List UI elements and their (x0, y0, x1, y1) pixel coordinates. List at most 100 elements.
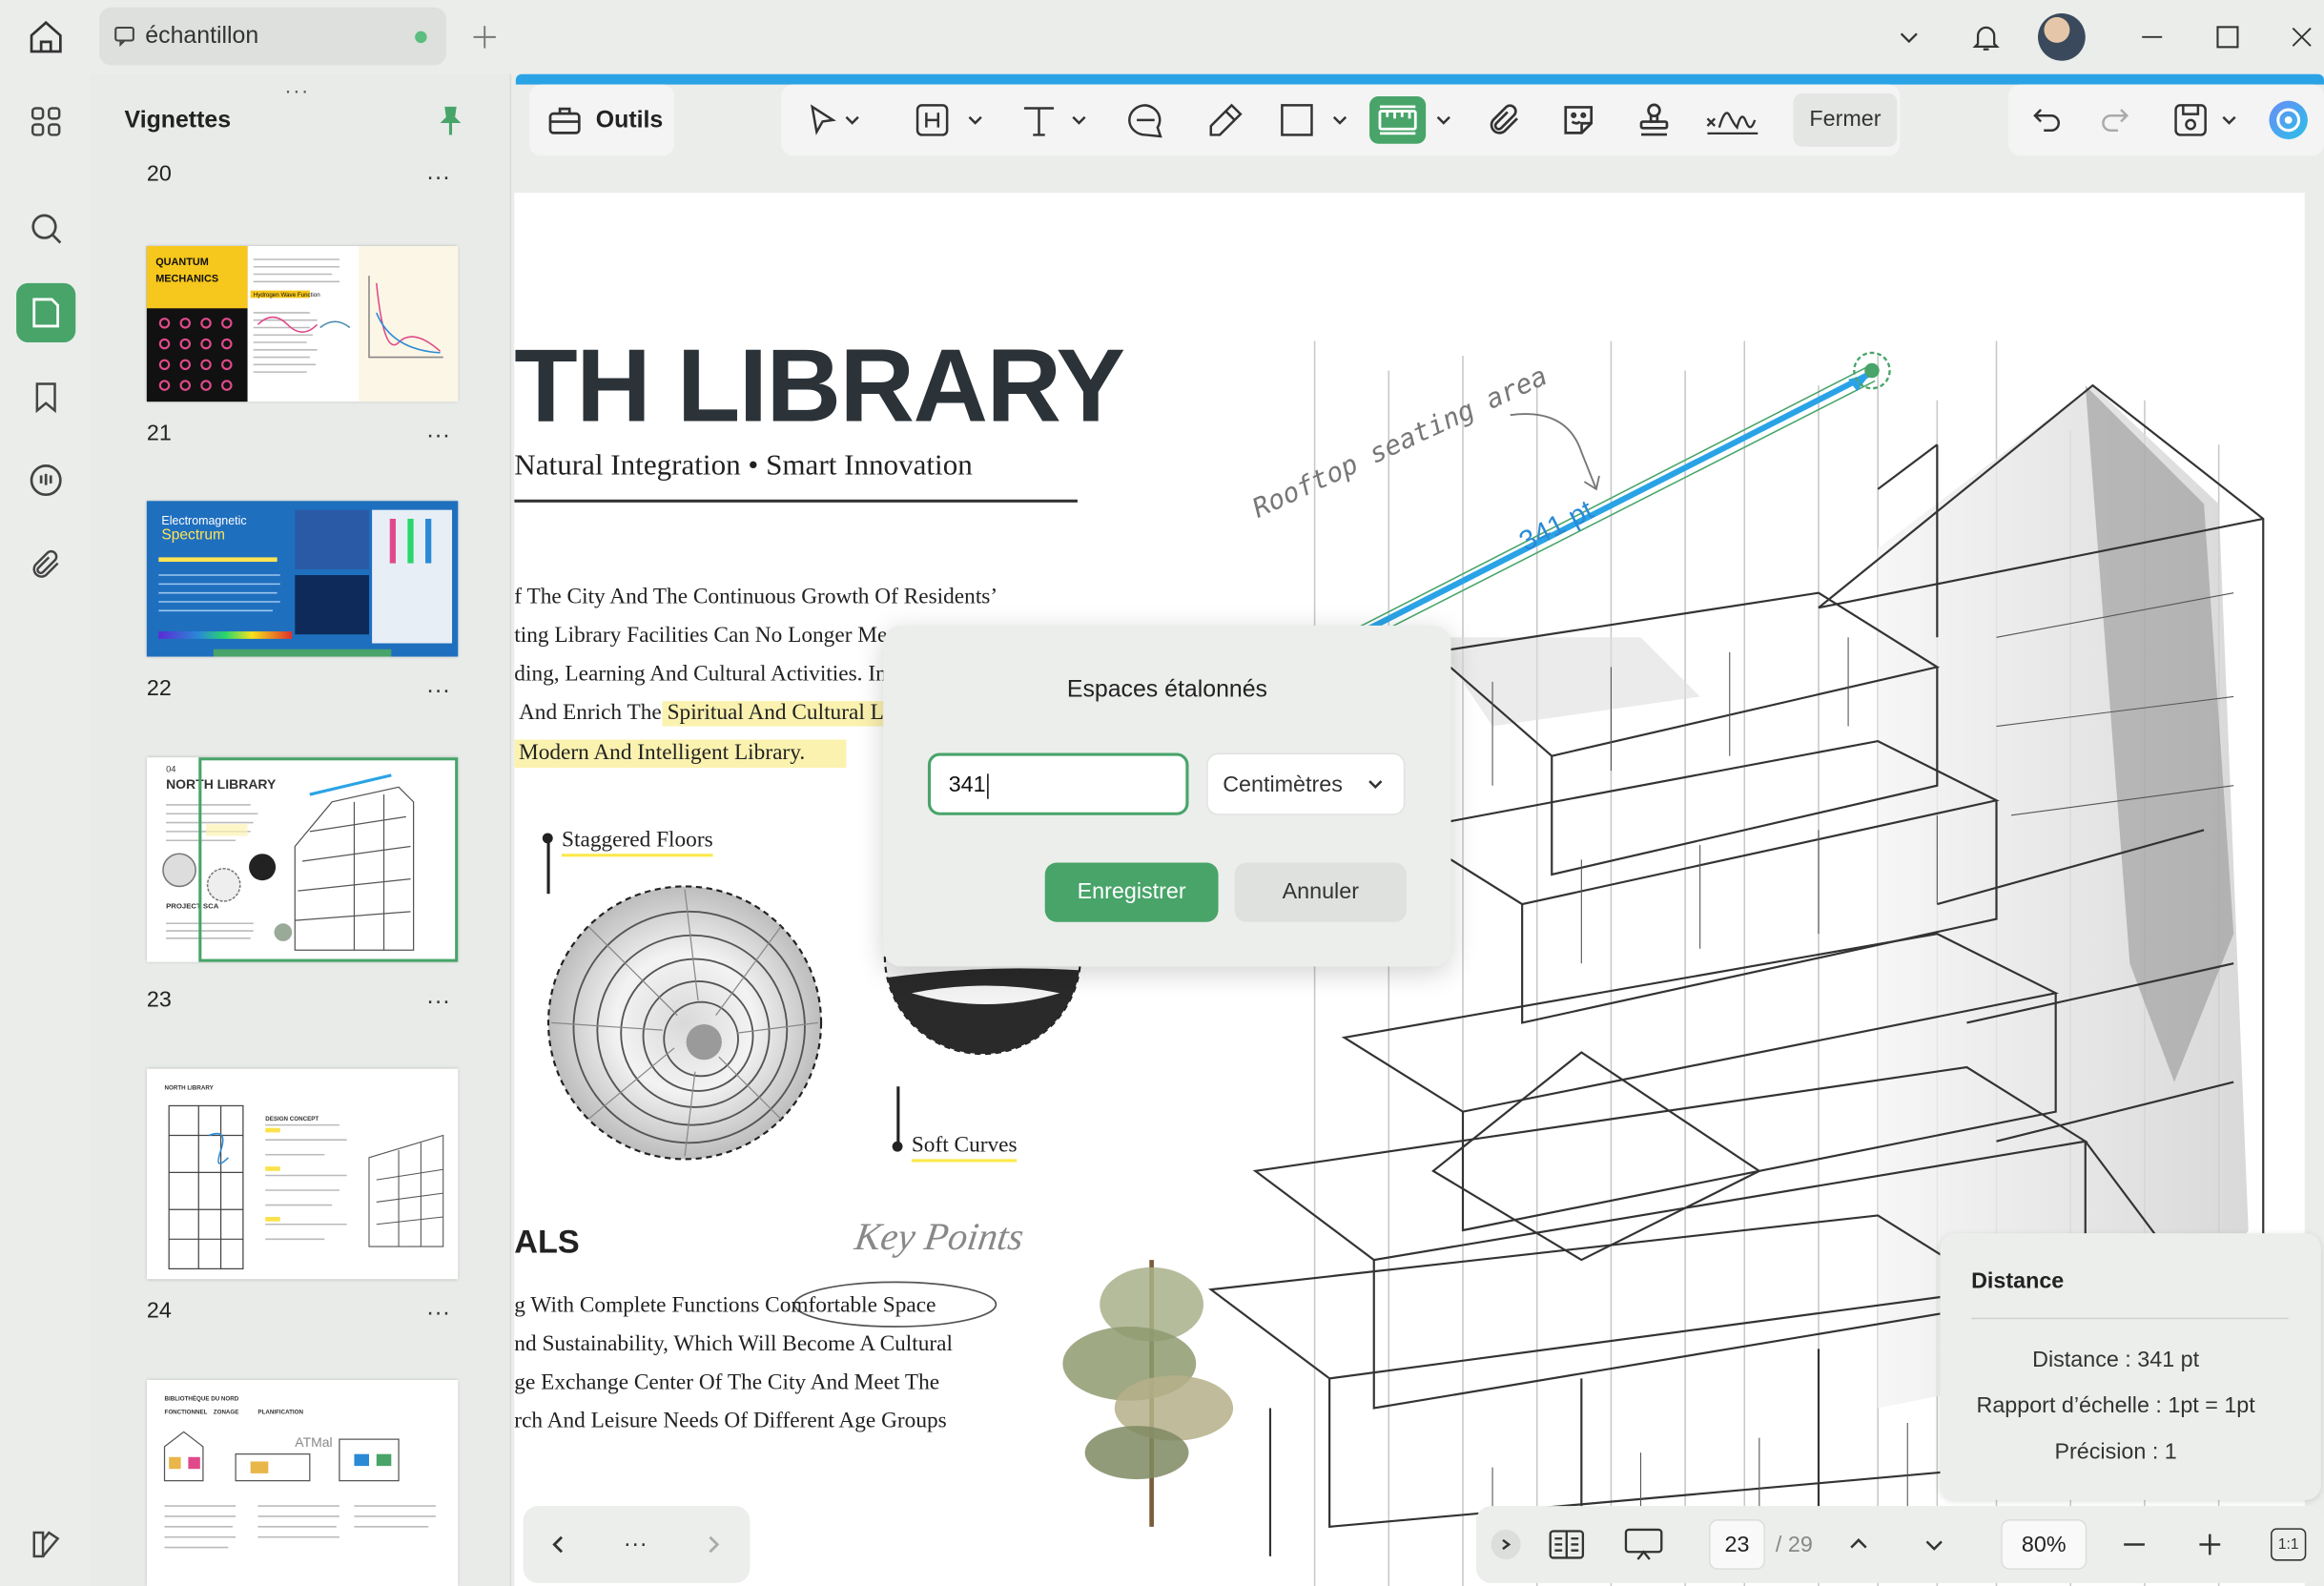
thumbnails-panel: ··· Vignettes 20 ... QUANTUM MECHANICS H… (89, 73, 512, 1586)
close-tool-button[interactable]: Fermer (1793, 93, 1898, 147)
drag-handle-icon[interactable]: ··· (284, 78, 309, 102)
save-icon[interactable] (2169, 96, 2243, 144)
tab-title: échantillon (145, 23, 259, 50)
actual-size-button[interactable]: 1:1 (2271, 1528, 2307, 1561)
presentation-icon[interactable] (1621, 1525, 1666, 1563)
attach-tool[interactable] (1478, 96, 1532, 144)
scale-ratio: Rapport d’échelle : 1pt = 1pt (1976, 1392, 2255, 1419)
sticker-tool[interactable] (1552, 96, 1605, 144)
document-subtitle: Natural Integration • Smart Innovation (514, 448, 973, 483)
page-thumbnail-21[interactable]: QUANTUM MECHANICS Hydrogen Wave Function (146, 245, 459, 402)
page-number: 20 (146, 161, 172, 183)
bell-icon[interactable] (1964, 15, 2008, 60)
comment-icon (113, 24, 136, 55)
callout-arrow (1510, 413, 1600, 491)
precision-value: Précision : 1 (2054, 1439, 2177, 1465)
staggered-floors-label: Staggered Floors (562, 829, 713, 857)
highlight-tool[interactable] (909, 96, 992, 144)
panel-title: Vignettes (124, 108, 232, 134)
previous-page-icon[interactable] (1841, 1527, 1876, 1562)
chevron-right-icon[interactable] (695, 1527, 730, 1562)
zoom-out-icon[interactable] (2116, 1527, 2151, 1562)
paragraph-line: ting Library Facilities Can No Longer Me (514, 624, 888, 649)
unsaved-dot-icon (415, 31, 427, 44)
page-thumbnail-22[interactable]: Electromagnetic Spectrum (146, 501, 459, 657)
zoom-level[interactable]: 80% (2001, 1519, 2087, 1570)
paperclip-icon[interactable] (16, 535, 75, 594)
page-number: 23 (146, 987, 172, 1013)
label-dot (542, 833, 553, 844)
thumb-content (168, 1104, 444, 1270)
pin-icon[interactable] (433, 102, 468, 137)
measure-dropdown-icon[interactable] (1430, 96, 1457, 144)
bookmark-icon[interactable] (16, 367, 75, 426)
cancel-button[interactable]: Annuler (1234, 862, 1407, 922)
page-menu-button[interactable]: ... (427, 984, 451, 1011)
thumb-content (163, 1431, 436, 1549)
page-nav-bar: ... (523, 1506, 751, 1583)
redo-icon[interactable] (2091, 96, 2139, 144)
next-page-icon[interactable] (1917, 1527, 1952, 1562)
minimize-icon[interactable] (2129, 15, 2174, 60)
text-tool[interactable] (1016, 96, 1093, 144)
paragraph-line: rch And Leisure Needs Of Different Age G… (514, 1410, 947, 1433)
signature-tool[interactable] (1700, 96, 1765, 144)
input-value: 341 (948, 772, 986, 798)
page-number-input[interactable]: 23 (1708, 1519, 1766, 1570)
tree (1062, 1260, 1234, 1527)
paragraph-line: Modern And Intelligent Library. (514, 739, 847, 769)
thumbnails-icon[interactable] (16, 282, 76, 343)
page-thumbnail-23[interactable]: 04 NORTH LIBRARY PROJECT SCA (146, 757, 459, 962)
paragraph-line: ge Exchange Center Of The City And Meet … (514, 1370, 940, 1395)
chevron-down-icon[interactable] (1886, 15, 1931, 60)
page-menu-button[interactable]: ... (427, 673, 451, 700)
more-button[interactable]: ... (624, 1527, 648, 1554)
page-thumbnail-25[interactable]: BIBLIOTHÈQUE DU NORD FONCTIONNEL ZONAGE … (146, 1379, 459, 1586)
thumb-content (253, 258, 443, 373)
page-thumbnail-24[interactable]: NORTH LIBRARY DESIGN CONCEPT (146, 1068, 459, 1280)
pencil-tool[interactable] (1199, 96, 1252, 144)
measure-tool[interactable] (1369, 96, 1427, 144)
measurement-line[interactable] (1345, 340, 1938, 667)
text-caret (987, 772, 989, 798)
divider (1971, 1317, 2289, 1320)
paragraph-line: f The City And The Continuous Growth Of … (514, 585, 998, 609)
expand-icon[interactable] (1491, 1529, 1521, 1560)
comment-tool[interactable] (1119, 96, 1172, 144)
save-button[interactable]: Enregistrer (1044, 862, 1219, 922)
avatar[interactable] (2038, 12, 2086, 61)
stamp-tool[interactable] (1628, 96, 1681, 144)
close-window-icon[interactable] (2279, 15, 2324, 60)
panel-toggle-icon[interactable] (16, 1514, 75, 1574)
page-number: 21 (146, 421, 172, 446)
page-menu-button[interactable]: ... (427, 1295, 451, 1322)
page-layout-icon[interactable] (1544, 1525, 1589, 1563)
label-dot (892, 1141, 903, 1152)
page-menu-button[interactable]: ... (427, 160, 451, 187)
chevron-left-icon[interactable] (541, 1527, 576, 1562)
left-rail (0, 73, 90, 1586)
spectrum-graphics (158, 509, 453, 657)
page-number: 24 (146, 1298, 172, 1324)
tools-label: Outils (595, 108, 664, 134)
key-points-label: Key Points (852, 1215, 1027, 1259)
shape-tool[interactable] (1273, 96, 1350, 144)
new-tab-icon[interactable] (465, 18, 504, 56)
paragraph-line: nd Sustainability, Which Will Become A C… (514, 1332, 953, 1357)
calibration-dialog: Espaces étalonnés 341 Centimètres Enregi… (883, 625, 1451, 967)
search-icon[interactable] (16, 198, 75, 257)
select-tool[interactable] (796, 96, 874, 144)
scale-value-input[interactable]: 341 (927, 752, 1189, 815)
selection-frame (198, 757, 459, 962)
grid-icon[interactable] (16, 92, 75, 151)
undo-icon[interactable] (2023, 96, 2070, 144)
comments-icon[interactable] (16, 450, 75, 509)
tools-button[interactable]: Outils (528, 84, 675, 156)
ai-assistant-icon[interactable] (2263, 96, 2314, 144)
zoom-in-icon[interactable] (2192, 1527, 2228, 1562)
unit-select[interactable]: Centimètres (1206, 752, 1406, 815)
page-menu-button[interactable]: ... (427, 418, 451, 444)
home-icon[interactable] (21, 13, 72, 61)
maximize-icon[interactable] (2206, 15, 2251, 60)
document-tab[interactable]: échantillon (99, 7, 446, 66)
